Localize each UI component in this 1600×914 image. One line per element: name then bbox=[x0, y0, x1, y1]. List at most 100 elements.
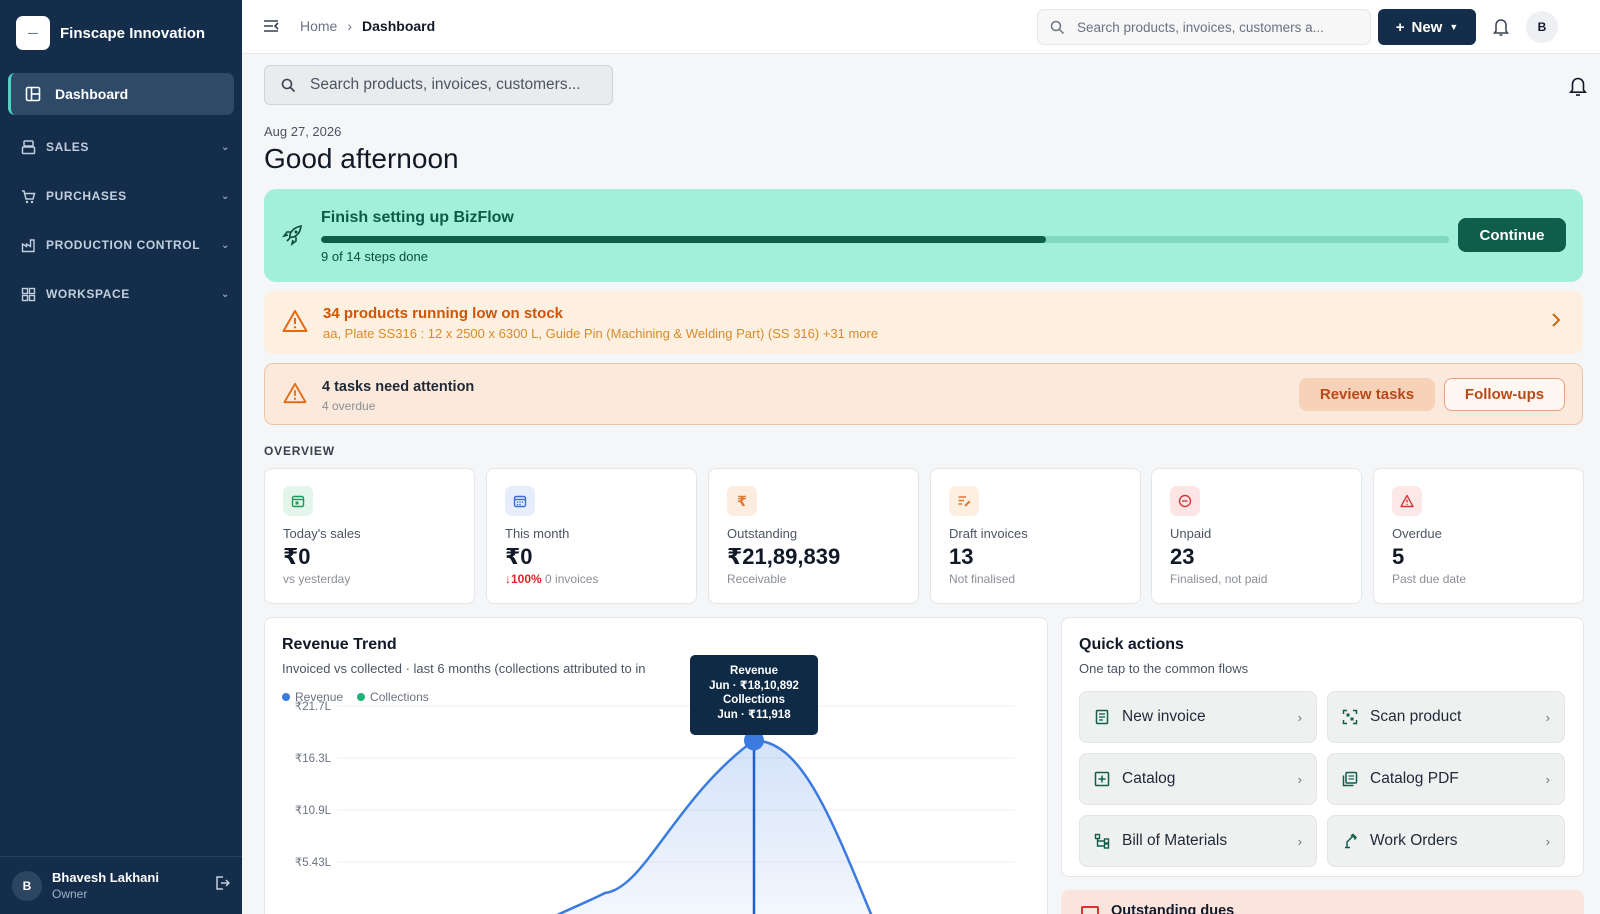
quick-action-label: New invoice bbox=[1122, 708, 1206, 725]
sidebar-group-label: SALES bbox=[46, 140, 90, 154]
quick-action-label: Catalog PDF bbox=[1370, 770, 1459, 787]
follow-ups-button[interactable]: Follow-ups bbox=[1444, 378, 1565, 411]
search-input[interactable]: Search products, invoices, customers... bbox=[264, 65, 613, 105]
setup-progress-bar bbox=[321, 236, 1449, 243]
sidebar-group-label: PRODUCTION CONTROL bbox=[46, 238, 201, 252]
quick-action-label: Work Orders bbox=[1370, 832, 1458, 849]
low-stock-title: 34 products running low on stock bbox=[323, 305, 564, 322]
quick-action-catalog[interactable]: Catalog › bbox=[1079, 753, 1317, 805]
quick-action-catalog-pdf[interactable]: Catalog PDF › bbox=[1327, 753, 1565, 805]
kpi-card-unpaid[interactable]: Unpaid 23 Finalised, not paid bbox=[1151, 468, 1362, 604]
kpi-sub-text: 0 invoices bbox=[545, 572, 599, 586]
y-tick-label: ₹5.43L bbox=[295, 857, 332, 869]
kpi-card-outstanding[interactable]: ₹ Outstanding ₹21,89,839 Receivable bbox=[708, 468, 919, 604]
setup-steps: 9 of 14 steps done bbox=[321, 249, 428, 264]
chevron-down-icon: ⌄ bbox=[221, 288, 230, 300]
setup-title: Finish setting up BizFlow bbox=[321, 209, 514, 226]
user-role: Owner bbox=[52, 887, 88, 901]
revenue-chart[interactable]: ₹21.7L ₹16.3L ₹10.9L ₹5.43L bbox=[265, 618, 1048, 914]
kpi-sub: Receivable bbox=[727, 572, 787, 586]
tasks-title: 4 tasks need attention bbox=[322, 379, 475, 395]
quick-action-bill-of-materials[interactable]: Bill of Materials › bbox=[1079, 815, 1317, 867]
sidebar-group-workspace[interactable]: WORKSPACE ⌄ bbox=[20, 284, 230, 304]
chevron-right-icon: › bbox=[1297, 833, 1302, 849]
qr-scan-icon bbox=[1342, 709, 1358, 725]
kpi-value: 23 bbox=[1170, 544, 1195, 569]
continue-button[interactable]: Continue bbox=[1458, 218, 1566, 252]
revenue-area bbox=[559, 740, 871, 914]
user-profile[interactable]: B Bhavesh Lakhani Owner bbox=[0, 856, 242, 914]
chart-tooltip: Revenue Jun · ₹18,10,892 Collections Jun… bbox=[690, 655, 818, 735]
grid-icon bbox=[20, 286, 36, 302]
kpi-value: ₹0 bbox=[283, 544, 311, 569]
review-tasks-button[interactable]: Review tasks bbox=[1299, 378, 1435, 411]
kpi-value: 13 bbox=[949, 544, 974, 569]
chevron-down-icon: ⌄ bbox=[221, 190, 230, 202]
sidebar-group-purchases[interactable]: PURCHASES ⌄ bbox=[20, 186, 230, 206]
brand[interactable]: — Finscape Innovation bbox=[0, 0, 242, 66]
bell-icon[interactable] bbox=[1492, 17, 1510, 42]
low-stock-alert[interactable]: 34 products running low on stock aa, Pla… bbox=[264, 291, 1583, 354]
page-title: Good afternoon bbox=[264, 143, 459, 174]
chevron-right-icon: › bbox=[1297, 771, 1302, 787]
kpi-card-todays-sales[interactable]: Today's sales ₹0 vs yesterday bbox=[264, 468, 475, 604]
tooltip-series-collections: Collections bbox=[723, 694, 785, 706]
outstanding-dues-title: Outstanding dues bbox=[1111, 903, 1235, 914]
search-placeholder: Search products, invoices, customers... bbox=[310, 76, 581, 93]
kpi-sub: Past due date bbox=[1392, 572, 1467, 586]
menu-toggle-icon[interactable] bbox=[262, 17, 280, 40]
sidebar-item-label: Dashboard bbox=[55, 86, 129, 102]
tooltip-value-collections: Jun · ₹11,918 bbox=[717, 708, 791, 721]
chevron-right-icon: › bbox=[1297, 709, 1302, 725]
bell-icon[interactable] bbox=[1568, 75, 1588, 102]
breadcrumb: Home › Dashboard bbox=[300, 18, 435, 34]
kpi-card-overdue[interactable]: Overdue 5 Past due date bbox=[1373, 468, 1584, 604]
quick-actions-subtitle: One tap to the common flows bbox=[1079, 661, 1249, 676]
logout-icon[interactable] bbox=[214, 875, 231, 896]
quick-action-label: Scan product bbox=[1370, 708, 1462, 725]
caret-down-icon: ▼ bbox=[1449, 22, 1459, 32]
kpi-label: Unpaid bbox=[1170, 526, 1212, 541]
quick-actions-title: Quick actions bbox=[1079, 636, 1184, 653]
kpi-label: This month bbox=[505, 526, 570, 541]
overview-heading: OVERVIEW bbox=[264, 444, 335, 458]
sidebar-group-production-control[interactable]: PRODUCTION CONTROL ⌄ bbox=[20, 235, 230, 255]
quick-action-scan-product[interactable]: Scan product › bbox=[1327, 691, 1565, 743]
wallet-icon bbox=[1081, 906, 1099, 914]
quick-action-work-orders[interactable]: Work Orders › bbox=[1327, 815, 1565, 867]
chevron-right-icon: › bbox=[1545, 771, 1550, 787]
avatar[interactable]: B bbox=[1526, 11, 1558, 43]
new-label: New bbox=[1411, 18, 1443, 36]
edit-list-icon bbox=[949, 486, 979, 516]
new-button[interactable]: + New ▼ bbox=[1378, 9, 1476, 45]
chevron-right-icon: › bbox=[347, 18, 353, 34]
kpi-label: Outstanding bbox=[727, 526, 798, 541]
setup-banner: Finish setting up BizFlow 9 of 14 steps … bbox=[264, 189, 1583, 282]
cart-icon bbox=[20, 188, 36, 204]
revenue-trend-card: Revenue Trend Invoiced vs collected · la… bbox=[264, 617, 1048, 914]
calendar-icon bbox=[505, 486, 535, 516]
plus-icon: + bbox=[1395, 18, 1405, 36]
sidebar-item-dashboard[interactable]: Dashboard bbox=[8, 73, 234, 115]
global-search-input[interactable]: Search products, invoices, customers a..… bbox=[1037, 9, 1371, 45]
quick-action-label: Catalog bbox=[1122, 770, 1176, 787]
alert-icon bbox=[1392, 486, 1422, 516]
invoice-icon bbox=[1095, 709, 1109, 725]
search-icon bbox=[281, 78, 296, 92]
kpi-card-draft-invoices[interactable]: Draft invoices 13 Not finalised bbox=[930, 468, 1141, 604]
kpi-label: Draft invoices bbox=[949, 526, 1028, 541]
sales-icon bbox=[20, 139, 36, 155]
catalog-icon bbox=[1094, 771, 1110, 787]
breadcrumb-home[interactable]: Home bbox=[300, 18, 337, 34]
kpi-value: 5 bbox=[1392, 544, 1405, 569]
setup-progress-fill bbox=[321, 236, 1047, 243]
calendar-check-icon bbox=[283, 486, 313, 516]
sidebar-group-sales[interactable]: SALES ⌄ bbox=[20, 137, 230, 157]
factory-icon bbox=[20, 237, 36, 253]
quick-action-new-invoice[interactable]: New invoice › bbox=[1079, 691, 1317, 743]
current-date: Aug 27, 2026 bbox=[264, 124, 342, 139]
pdf-icon bbox=[1342, 771, 1358, 787]
warning-icon bbox=[283, 382, 307, 409]
kpi-card-this-month[interactable]: This month ₹0 ↓100% 0 invoices bbox=[486, 468, 697, 604]
tree-icon bbox=[1094, 833, 1110, 849]
